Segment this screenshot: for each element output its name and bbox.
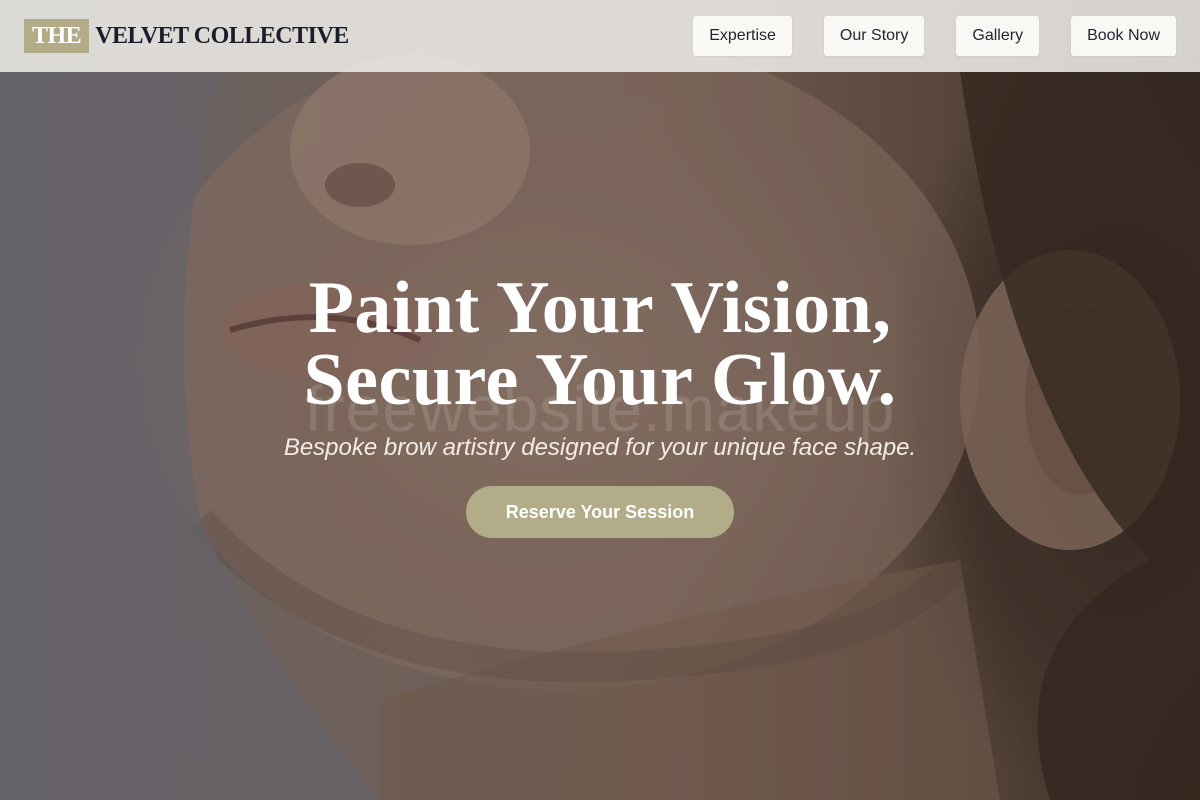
hero-subheadline: Bespoke brow artistry designed for your …: [283, 434, 917, 461]
hero-headline: Paint Your Vision, Secure Your Glow.: [0, 271, 1200, 417]
main-nav: Expertise Our Story Gallery Book Now: [693, 16, 1176, 56]
headline-line-2: Secure Your Glow.: [303, 339, 897, 421]
logo-wordmark: VELVET COLLECTIVE: [95, 22, 349, 49]
nav-book-now-button[interactable]: Book Now: [1071, 16, 1176, 56]
logo-badge: THE: [24, 19, 90, 53]
nav-expertise-button[interactable]: Expertise: [693, 16, 792, 56]
brand-logo[interactable]: THE VELVET COLLECTIVE: [24, 19, 349, 53]
headline-line-1: Paint Your Vision,: [308, 267, 892, 349]
nav-our-story-button[interactable]: Our Story: [823, 16, 925, 56]
top-navbar: THE VELVET COLLECTIVE Expertise Our Stor…: [0, 0, 1200, 72]
reserve-session-button[interactable]: Reserve Your Session: [466, 486, 734, 538]
nav-gallery-button[interactable]: Gallery: [956, 16, 1040, 56]
